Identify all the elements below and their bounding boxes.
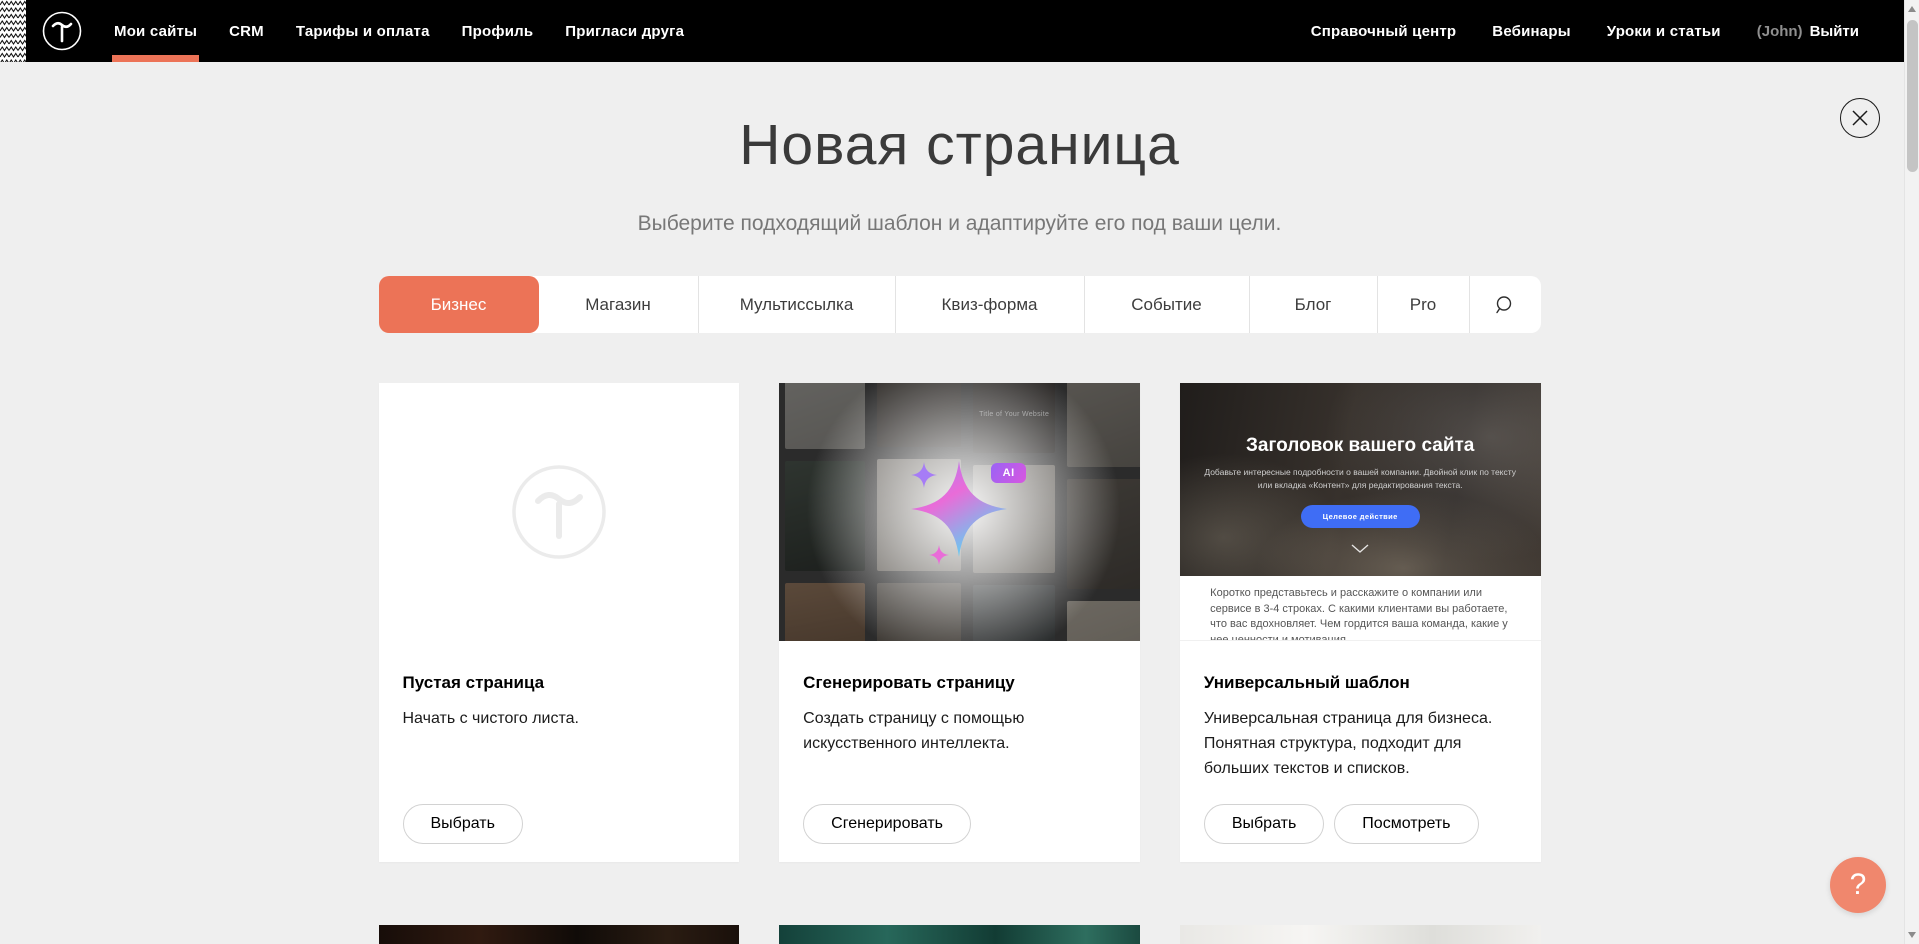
zigzag-pattern-decoration — [0, 0, 26, 62]
tab-pro[interactable]: Pro — [1377, 276, 1469, 333]
template-about-section: Коротко представьтесь и расскажите о ком… — [1180, 576, 1541, 641]
blank-page-preview — [379, 383, 740, 641]
card-description: Создать страницу с помощью искусственног… — [803, 707, 1116, 757]
nav-item-pricing[interactable]: Тарифы и оплата — [296, 0, 430, 62]
universal-template-preview: Заголовок вашего сайта Добавьте интересн… — [1180, 383, 1541, 641]
nav-item-lessons[interactable]: Уроки и статьи — [1607, 0, 1721, 62]
ai-badge: AI — [991, 463, 1026, 483]
tab-business[interactable]: Бизнес — [379, 276, 539, 333]
nav-item-my-sites[interactable]: Мои сайты — [114, 0, 197, 62]
tilda-logo[interactable] — [42, 0, 82, 62]
vertical-scrollbar — [1904, 0, 1919, 944]
top-nav-bar: Мои сайты CRM Тарифы и оплата Профиль Пр… — [0, 0, 1919, 62]
small-sparkle-icon — [929, 545, 949, 565]
select-template-button[interactable]: Выбрать — [1204, 804, 1324, 844]
page-subtitle: Выберите подходящий шаблон и адаптируйте… — [0, 212, 1919, 236]
next-templates-row — [379, 925, 1541, 944]
nav-item-crm[interactable]: CRM — [229, 0, 264, 62]
template-category-tabs: Бизнес Магазин Мультиссылка Квиз-форма С… — [379, 276, 1541, 333]
main-menu: Мои сайты CRM Тарифы и оплата Профиль Пр… — [114, 0, 684, 62]
template-cta-button: Целевое действие — [1301, 505, 1420, 528]
user-box: (John) Выйти — [1757, 0, 1859, 62]
close-icon — [1850, 108, 1870, 128]
generate-button[interactable]: Сгенерировать — [803, 804, 971, 844]
card-title: Пустая страница — [403, 673, 716, 693]
select-blank-button[interactable]: Выбрать — [403, 804, 523, 844]
preview-template-button[interactable]: Посмотреть — [1334, 804, 1478, 844]
help-question-icon: ? — [1850, 868, 1867, 902]
page-title: Новая страница — [0, 112, 1919, 178]
nav-item-profile[interactable]: Профиль — [462, 0, 534, 62]
tab-event[interactable]: Событие — [1084, 276, 1249, 333]
template-about-text: Коротко представьтесь и расскажите о ком… — [1210, 586, 1510, 641]
tab-quiz-form[interactable]: Квиз-форма — [895, 276, 1084, 333]
card-ai-generate: Title of Your Website — [779, 383, 1140, 862]
card-title: Сгенерировать страницу — [803, 673, 1116, 693]
template-cards-row: Пустая страница Начать с чистого листа. … — [379, 383, 1541, 862]
next-template-card — [779, 925, 1140, 944]
tab-multilink[interactable]: Мультиссылка — [698, 276, 895, 333]
user-name: (John) — [1757, 23, 1803, 40]
small-sparkle-icon — [911, 462, 937, 488]
chevron-down-icon — [1180, 544, 1541, 553]
logout-link[interactable]: Выйти — [1810, 23, 1859, 40]
next-template-card — [379, 925, 740, 944]
template-hero-section: Заголовок вашего сайта Добавьте интересн… — [1180, 383, 1541, 576]
help-button[interactable]: ? — [1830, 857, 1886, 913]
template-hero-subtitle: Добавьте интересные подробности о вашей … — [1204, 466, 1516, 492]
tab-store[interactable]: Магазин — [539, 276, 698, 333]
template-hero-title: Заголовок вашего сайта — [1180, 435, 1541, 457]
card-universal-template: Заголовок вашего сайта Добавьте интересн… — [1180, 383, 1541, 862]
secondary-menu: Справочный центр Вебинары Уроки и статьи… — [1311, 0, 1859, 62]
close-button[interactable] — [1840, 98, 1880, 138]
scrollbar-down-arrow-icon[interactable] — [1908, 932, 1916, 938]
ai-collage-preview: Title of Your Website — [779, 383, 1140, 641]
tab-blog[interactable]: Блог — [1249, 276, 1377, 333]
tilda-watermark-icon — [511, 464, 607, 560]
nav-item-webinars[interactable]: Вебинары — [1492, 0, 1570, 62]
card-title: Универсальный шаблон — [1204, 673, 1517, 693]
card-blank-page: Пустая страница Начать с чистого листа. … — [379, 383, 740, 862]
scrollbar-up-arrow-icon[interactable] — [1908, 6, 1916, 12]
search-icon — [1494, 294, 1516, 316]
card-description: Универсальная страница для бизнеса. Поня… — [1204, 707, 1517, 781]
card-description: Начать с чистого листа. — [403, 707, 716, 732]
nav-item-invite-friend[interactable]: Пригласи друга — [565, 0, 684, 62]
next-template-card — [1180, 925, 1541, 944]
scrollbar-thumb[interactable] — [1907, 20, 1918, 172]
tab-search[interactable] — [1469, 276, 1541, 333]
new-page-dialog: Новая страница Выберите подходящий шабло… — [0, 112, 1919, 944]
nav-item-help-center[interactable]: Справочный центр — [1311, 0, 1457, 62]
